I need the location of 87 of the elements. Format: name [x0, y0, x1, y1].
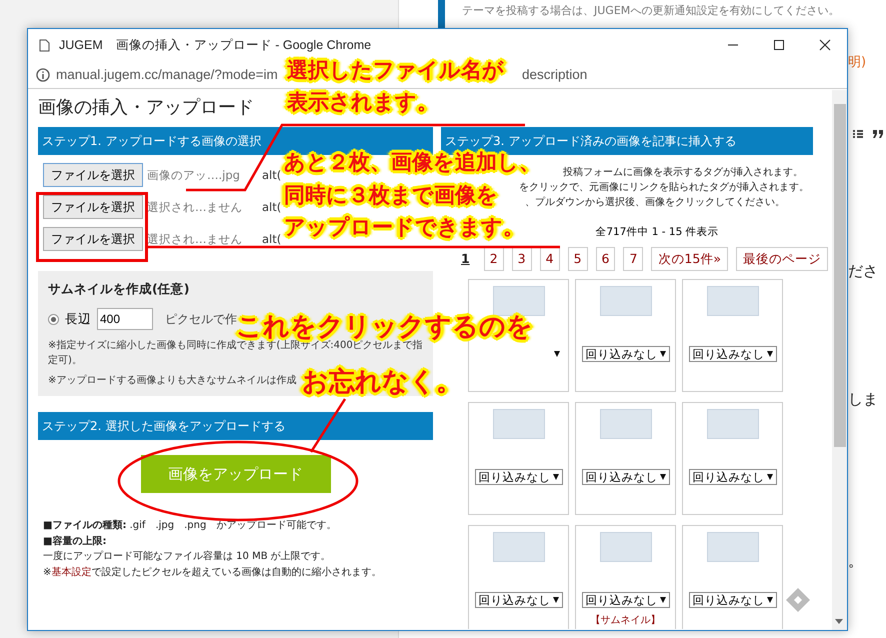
choose-file-button[interactable]: ファイルを選択 [43, 195, 143, 219]
page-link[interactable]: 7 [623, 247, 644, 271]
thumbnail-caption: 【サムネイル】 [590, 614, 660, 627]
callout-text: 同時に３枚まで画像を [284, 183, 498, 208]
callout-text: 表示されます。 [287, 90, 438, 114]
wrap-select[interactable]: 回り込みなし [582, 469, 670, 485]
description-text: 、プルダウンから選択後、画像をクリックしてください。 [525, 196, 785, 210]
step-header: ステップ2. 選択した画像をアップロードする [38, 412, 433, 440]
page-icon [39, 38, 50, 52]
wrap-select[interactable]: 回り込みなし [582, 592, 670, 608]
page-link[interactable]: 3 [512, 247, 532, 271]
option-label: ピクセルで作 [165, 310, 237, 328]
wrap-select[interactable]: 回り込みなし [474, 469, 562, 485]
thumbnail-title: サムネイルを作成(任意) [48, 281, 190, 298]
url-text[interactable]: manual.jugem.cc/manage/?mode=im [56, 67, 278, 82]
image-thumbnail[interactable] [706, 286, 758, 316]
caret-icon [766, 474, 772, 480]
page-text: ださ [848, 262, 878, 281]
close-icon[interactable] [819, 39, 831, 51]
page-text: 明) [848, 54, 866, 71]
callout-text: お忘れなく。 [302, 367, 462, 397]
file-name: 選択され…ません [146, 200, 244, 214]
last-page-link[interactable]: 最後のページ [736, 247, 828, 271]
callout-text: アップロードできます。 [284, 215, 524, 240]
description-text: 投稿フォームに画像を表示するタグが挿入されます。 [563, 166, 803, 180]
caret-icon [766, 351, 772, 357]
choose-file-button[interactable]: ファイルを選択 [43, 163, 143, 187]
image-thumbnail[interactable] [706, 409, 758, 439]
page-text: 。 [848, 552, 863, 571]
leader-line [310, 398, 346, 453]
alt-label: alt( [262, 168, 282, 182]
info-icon[interactable] [36, 68, 50, 82]
alt-label: alt( [262, 200, 282, 214]
page-link[interactable]: 6 [596, 247, 616, 271]
page-text: しま [848, 390, 878, 409]
caret-icon [660, 351, 666, 357]
description-text: をクリックで、元画像にリンクを貼られたタグが挿入されます。 [519, 180, 809, 195]
page-link[interactable]: 4 [540, 247, 560, 271]
page-link[interactable]: 2 [484, 247, 504, 271]
image-thumbnail[interactable] [492, 532, 544, 562]
info-heading: ■容量の上限: [43, 534, 106, 548]
info-text: 一度にアップロード可能なファイル容量は 10 MB が上限です。 [43, 550, 331, 564]
wrap-select[interactable]: 回り込みなし [582, 346, 670, 362]
caret-icon [552, 474, 558, 480]
scroll-thumb[interactable] [834, 104, 846, 447]
image-thumbnail[interactable] [492, 286, 544, 316]
image-thumbnail[interactable] [600, 286, 652, 316]
image-thumbnail[interactable] [492, 409, 544, 439]
caret-icon [660, 597, 666, 603]
alt-label: alt( [262, 232, 282, 246]
wrap-select[interactable]: 回り込みなし [688, 346, 776, 362]
caret-icon [660, 474, 666, 480]
choose-file-button[interactable]: ファイルを選択 [43, 227, 143, 251]
list-icon[interactable] [852, 128, 864, 140]
option-label: 長辺 [65, 310, 91, 328]
callout-text: 選択したファイル名が [287, 58, 504, 82]
page-link[interactable]: 1 [455, 247, 476, 271]
caret-icon [552, 597, 558, 603]
scrollbar[interactable] [832, 90, 847, 630]
wrap-select[interactable]: 回り込みなし [688, 469, 776, 485]
wrap-select[interactable]: 回り込みなし [688, 592, 776, 608]
page-link[interactable]: 5 [568, 247, 588, 271]
side-bar [438, 0, 445, 30]
window-title: JUGEM 画像の挿入・アップロード - Google Chrome [59, 36, 372, 54]
maximize-icon[interactable] [773, 39, 785, 51]
note-text: ※アップロードする画像よりも大きなサムネイルは作成 [48, 374, 296, 388]
next-page-link[interactable]: 次の15件» [651, 247, 728, 271]
image-thumbnail[interactable] [600, 409, 652, 439]
radio-button[interactable] [48, 314, 59, 324]
scroll-down-arrow-icon[interactable] [835, 619, 843, 624]
wrap-select[interactable]: 回り込みなし [474, 592, 562, 608]
file-name: 選択され…ません [146, 232, 244, 246]
quote-icon[interactable] [872, 129, 884, 139]
notice-text: テーマを投稿する場合は、JUGEMへの更新通知設定を有効にしてください。 [462, 3, 840, 18]
size-input-field[interactable]: 400 [97, 308, 153, 330]
url-text[interactable]: description [522, 67, 588, 82]
result-count: 全717件中 1 - 15 件表示 [595, 226, 719, 238]
info-text: ■ファイルの種類: .gif .jpg .png かアップロード可能です。 [43, 518, 336, 533]
diamond-icon[interactable] [785, 587, 811, 613]
info-text: ※基本設定で設定したピクセルを超えている画像は自動的に縮小されます。 [43, 566, 382, 580]
image-thumbnail[interactable] [706, 532, 758, 562]
caret-icon [766, 597, 772, 603]
file-name: 画像のアッ….jpg [146, 168, 241, 182]
page-title: 画像の挿入・アップロード [38, 97, 254, 118]
caret-icon[interactable] [554, 351, 560, 357]
settings-link[interactable]: 基本設定 [51, 566, 92, 578]
image-thumbnail[interactable] [600, 532, 652, 562]
